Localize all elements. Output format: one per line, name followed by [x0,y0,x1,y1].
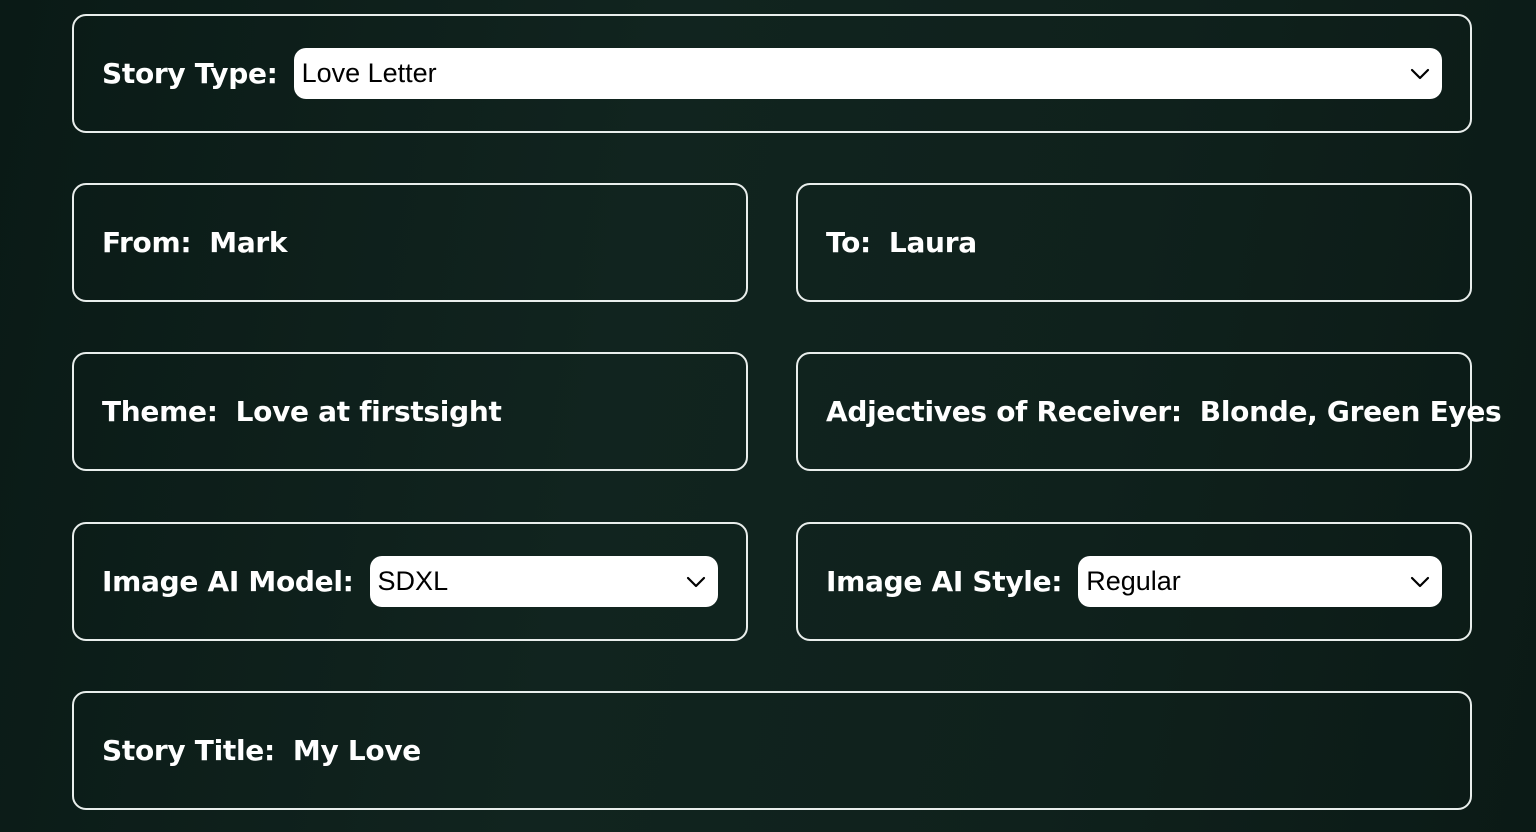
image-style-card: Image AI Style: Regular [796,522,1472,641]
story-title-card: Story Title: My Love [72,691,1472,810]
adjectives-card: Adjectives of Receiver: Blonde, Green Ey… [796,352,1502,471]
theme-card: Theme: Love at firstsight [72,352,748,471]
to-label: To: [826,226,871,259]
to-card: To: Laura [796,183,1472,302]
image-model-selected-value: SDXL [377,566,449,596]
from-input[interactable]: Mark [209,226,287,259]
story-type-select[interactable]: Love Letter [293,48,1442,99]
story-type-label: Story Type: [102,57,278,90]
from-label: From: [102,226,192,259]
story-title-input[interactable]: My Love [293,734,421,767]
image-style-select[interactable]: Regular [1078,556,1442,607]
story-title-label: Story Title: [102,734,275,767]
chevron-down-icon [1410,576,1430,587]
image-model-select[interactable]: SDXL [369,556,718,607]
story-type-selected-value: Love Letter [301,58,437,88]
image-style-selected-value: Regular [1086,566,1181,596]
theme-label: Theme: [102,395,218,428]
chevron-down-icon [686,576,706,587]
story-type-card: Story Type: Love Letter [72,14,1472,133]
from-card: From: Mark [72,183,748,302]
chevron-down-icon [1410,68,1430,79]
to-input[interactable]: Laura [889,226,977,259]
image-model-card: Image AI Model: SDXL [72,522,748,641]
adjectives-input[interactable]: Blonde, Green Eyes [1200,395,1502,428]
adjectives-label: Adjectives of Receiver: [826,395,1182,428]
theme-input[interactable]: Love at firstsight [236,395,502,428]
image-model-label: Image AI Model: [102,565,354,598]
image-style-label: Image AI Style: [826,565,1063,598]
